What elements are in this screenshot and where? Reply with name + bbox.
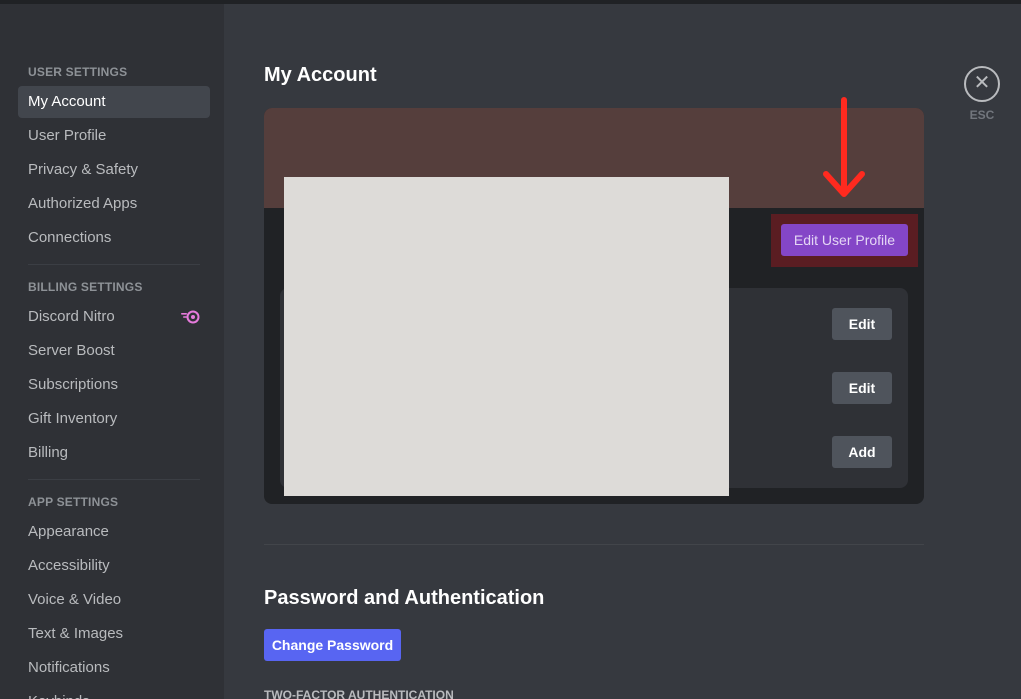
change-password-button[interactable]: Change Password (264, 629, 401, 661)
sidebar-item-authorized-apps[interactable]: Authorized Apps (18, 188, 210, 220)
sidebar-header-app-settings: App Settings (28, 495, 119, 509)
section-divider (264, 544, 924, 545)
sidebar-item-my-account[interactable]: My Account (18, 86, 210, 118)
add-phone-button[interactable]: Add (832, 436, 892, 468)
settings-content: My Account ✕ ESC Edit User Profile Edit … (224, 4, 1021, 699)
edit-username-button[interactable]: Edit (832, 308, 892, 340)
sidebar-item-voice-video[interactable]: Voice & Video (18, 584, 210, 616)
sidebar-item-privacy-safety[interactable]: Privacy & Safety (18, 154, 210, 186)
sidebar-item-connections[interactable]: Connections (18, 222, 210, 254)
sidebar-header-user-settings: User Settings (28, 65, 128, 79)
sidebar-item-accessibility[interactable]: Accessibility (18, 550, 210, 582)
sidebar-item-user-profile[interactable]: User Profile (18, 120, 210, 152)
close-icon: ✕ (973, 72, 991, 94)
sidebar-item-server-boost[interactable]: Server Boost (18, 335, 210, 367)
sidebar-separator (28, 264, 200, 265)
edit-email-button[interactable]: Edit (832, 372, 892, 404)
sidebar-header-billing-settings: Billing Settings (28, 280, 143, 294)
annotation-arrow-icon (823, 97, 865, 197)
sidebar-item-appearance[interactable]: Appearance (18, 516, 210, 548)
two-factor-heading: Two-Factor Authentication (264, 688, 454, 699)
password-section-title: Password and Authentication (264, 587, 545, 609)
sidebar-item-label: Discord Nitro (28, 308, 115, 325)
sidebar-separator (28, 479, 200, 480)
edit-user-profile-button[interactable]: Edit User Profile (781, 224, 908, 256)
redacted-region (284, 177, 729, 496)
page-title: My Account (264, 64, 377, 86)
sidebar-item-notifications[interactable]: Notifications (18, 652, 210, 684)
sidebar-item-text-images[interactable]: Text & Images (18, 618, 210, 650)
settings-sidebar: User Settings My Account User Profile Pr… (0, 4, 224, 699)
sidebar-item-subscriptions[interactable]: Subscriptions (18, 369, 210, 401)
sidebar-item-gift-inventory[interactable]: Gift Inventory (18, 403, 210, 435)
esc-label: ESC (969, 108, 995, 122)
sidebar-item-billing[interactable]: Billing (18, 437, 210, 469)
close-settings-button[interactable]: ✕ (964, 66, 1000, 102)
sidebar-item-discord-nitro[interactable]: Discord Nitro (18, 301, 210, 333)
sidebar-item-keybinds[interactable]: Keybinds (18, 686, 210, 699)
nitro-icon (181, 310, 200, 324)
